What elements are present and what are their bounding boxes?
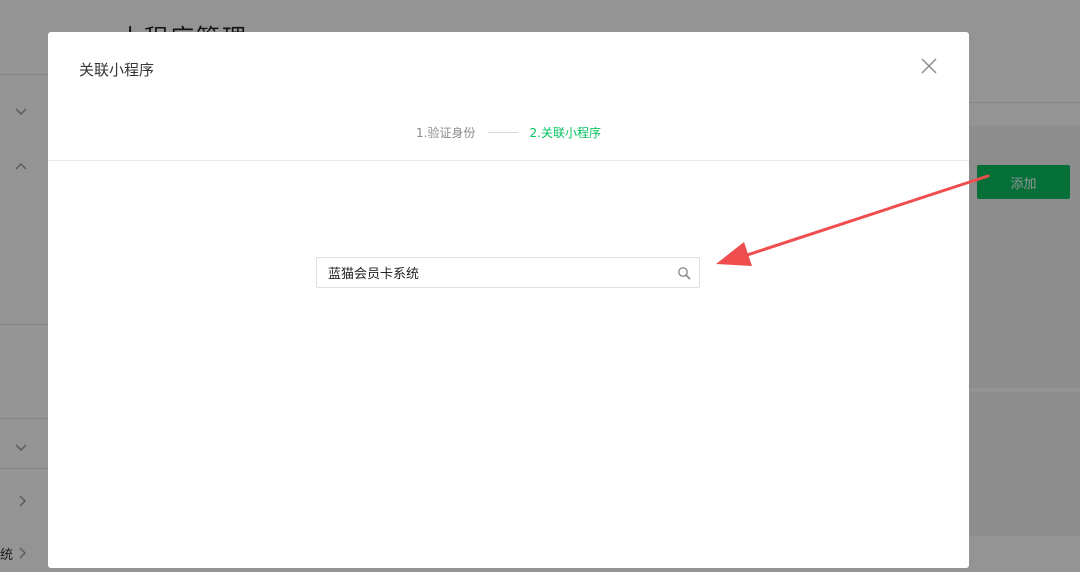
close-icon[interactable] — [918, 55, 940, 77]
link-miniprogram-dialog: 关联小程序 1.验证身份 2.关联小程序 — [48, 32, 969, 568]
search-icon[interactable] — [669, 258, 699, 287]
step-link-miniprogram: 2.关联小程序 — [529, 125, 601, 140]
search-input[interactable] — [317, 258, 669, 287]
app-page: 小程序管理 统 添加 关联小程序 — [0, 0, 1080, 572]
step-indicator: 1.验证身份 2.关联小程序 — [48, 122, 969, 142]
dialog-divider — [48, 160, 969, 161]
step-connector — [487, 131, 518, 133]
search-box — [316, 257, 700, 288]
dialog-title: 关联小程序 — [79, 61, 155, 79]
step-verify-identity: 1.验证身份 — [416, 125, 476, 140]
